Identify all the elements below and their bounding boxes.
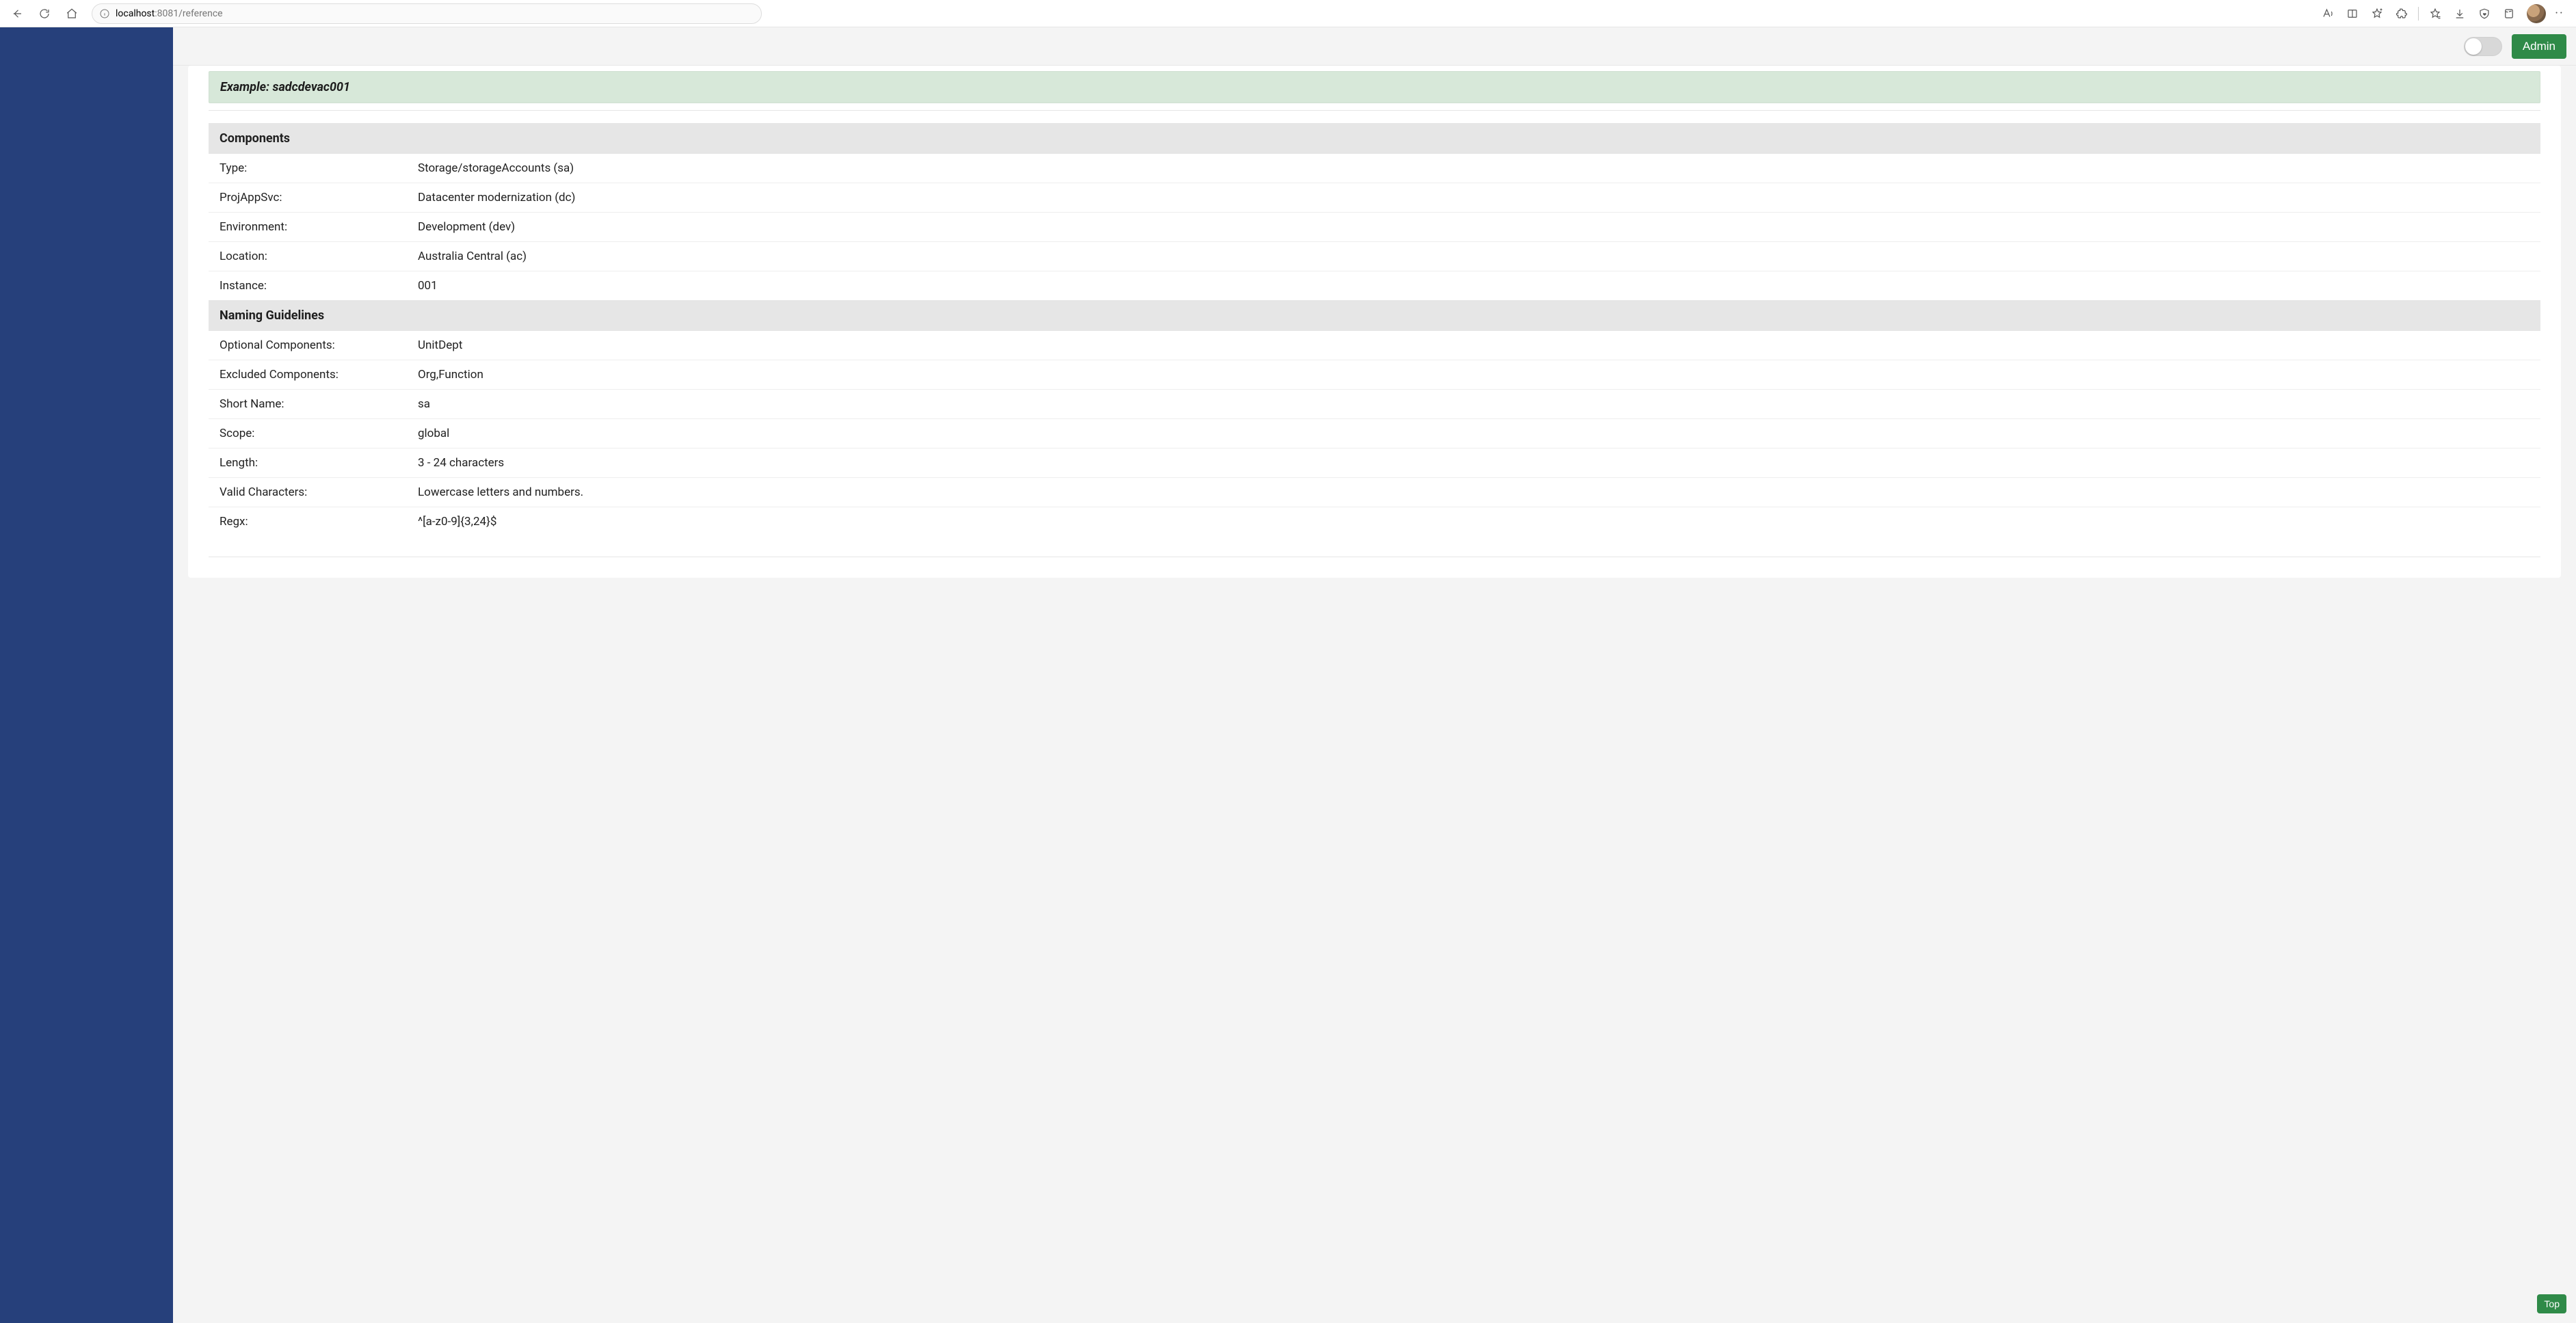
kv-key: Optional Components: (220, 338, 418, 352)
scroll-top-button[interactable]: Top (2537, 1294, 2566, 1313)
guidelines-row-length: Length: 3 - 24 characters (209, 449, 2540, 478)
kv-key: Valid Characters: (220, 485, 418, 499)
star-list-icon (2429, 8, 2441, 20)
browser-right-controls: ·· (2317, 3, 2571, 25)
kv-key: Location: (220, 250, 418, 263)
app-viewport: Admin Example: sadcdevac001 Components T… (0, 27, 2576, 1323)
guidelines-section: Naming Guidelines Optional Components: U… (209, 300, 2540, 536)
components-row-location: Location: Australia Central (ac) (209, 242, 2540, 271)
toggle-knob (2465, 38, 2482, 55)
kv-key: Excluded Components: (220, 368, 418, 382)
admin-button[interactable]: Admin (2512, 34, 2566, 59)
components-header: Components (209, 123, 2540, 154)
refresh-icon (38, 8, 51, 20)
sidebar (0, 27, 173, 1323)
site-info-icon (99, 8, 110, 19)
guidelines-row-scope: Scope: global (209, 419, 2540, 449)
kv-key: Length: (220, 456, 418, 470)
address-bar[interactable]: localhost:8081/reference (92, 3, 762, 24)
guidelines-header: Naming Guidelines (209, 300, 2540, 331)
kv-val: Datacenter modernization (dc) (418, 191, 2529, 204)
read-aloud-icon (2322, 8, 2334, 20)
kv-val: 001 (418, 279, 2529, 293)
star-add-icon (2371, 8, 2383, 20)
browser-toolbar: localhost:8081/reference ·· (0, 0, 2576, 27)
kv-val: Org,Function (418, 368, 2529, 382)
reference-card: Example: sadcdevac001 Components Type: S… (188, 66, 2561, 578)
collections-button[interactable] (2498, 3, 2520, 25)
profile-avatar[interactable] (2527, 4, 2546, 23)
guidelines-row-validchars: Valid Characters: Lowercase letters and … (209, 478, 2540, 507)
kv-key: Regx: (220, 515, 418, 529)
kv-key: Instance: (220, 279, 418, 293)
kv-val: Lowercase letters and numbers. (418, 485, 2529, 499)
kv-val: Australia Central (ac) (418, 250, 2529, 263)
guidelines-row-optional: Optional Components: UnitDept (209, 331, 2540, 360)
example-prefix: Example: (220, 80, 272, 94)
kv-val: Development (dev) (418, 220, 2529, 234)
kv-val: 3 - 24 characters (418, 456, 2529, 470)
shield-heart-icon (2478, 8, 2491, 20)
kv-val: ^[a-z0-9]{3,24}$ (418, 515, 2529, 529)
url-port: :8081 (155, 8, 178, 19)
theme-toggle[interactable] (2464, 37, 2502, 56)
kv-val: sa (418, 397, 2529, 411)
app-header: Admin (173, 27, 2576, 66)
kv-key: Environment: (220, 220, 418, 234)
guidelines-row-regx: Regx: ^[a-z0-9]{3,24}$ (209, 507, 2540, 536)
kv-key: Scope: (220, 427, 418, 440)
kv-key: Type: (220, 161, 418, 175)
guidelines-row-shortname: Short Name: sa (209, 390, 2540, 419)
home-button[interactable] (60, 3, 83, 25)
browser-essentials-button[interactable] (2473, 3, 2495, 25)
address-text: localhost:8081/reference (116, 8, 223, 19)
guidelines-row-excluded: Excluded Components: Org,Function (209, 360, 2540, 390)
kv-key: Short Name: (220, 397, 418, 411)
downloads-button[interactable] (2449, 3, 2471, 25)
components-row-instance: Instance: 001 (209, 271, 2540, 300)
download-icon (2454, 8, 2466, 20)
extensions-button[interactable] (2391, 3, 2413, 25)
components-row-type: Type: Storage/storageAccounts (sa) (209, 154, 2540, 183)
add-favorite-button[interactable] (2366, 3, 2388, 25)
components-row-projappsvc: ProjAppSvc: Datacenter modernization (dc… (209, 183, 2540, 213)
arrow-left-icon (11, 8, 23, 20)
kv-val: UnitDept (418, 338, 2529, 352)
example-value: sadcdevac001 (272, 80, 350, 94)
enter-immersive-button[interactable] (2341, 3, 2363, 25)
example-banner: Example: sadcdevac001 (209, 71, 2540, 103)
content-scroll[interactable]: Example: sadcdevac001 Components Type: S… (173, 66, 2576, 1323)
puzzle-icon (2395, 8, 2408, 20)
refresh-button[interactable] (33, 3, 56, 25)
divider (209, 110, 2540, 111)
toolbar-separator (2418, 7, 2419, 21)
more-icon: ·· (2552, 6, 2566, 21)
read-aloud-button[interactable] (2317, 3, 2339, 25)
more-button[interactable]: ·· (2549, 3, 2571, 25)
home-icon (66, 8, 78, 20)
components-section: Components Type: Storage/storageAccounts… (209, 123, 2540, 300)
url-path: /reference (178, 8, 222, 19)
back-button[interactable] (5, 3, 29, 25)
collections-icon (2503, 8, 2515, 20)
components-row-environment: Environment: Development (dev) (209, 213, 2540, 242)
url-host: localhost (116, 8, 155, 19)
main-column: Admin Example: sadcdevac001 Components T… (173, 27, 2576, 1323)
favorites-button[interactable] (2424, 3, 2446, 25)
kv-val: Storage/storageAccounts (sa) (418, 161, 2529, 175)
immersive-reader-icon (2346, 8, 2359, 20)
kv-val: global (418, 427, 2529, 440)
kv-key: ProjAppSvc: (220, 191, 418, 204)
